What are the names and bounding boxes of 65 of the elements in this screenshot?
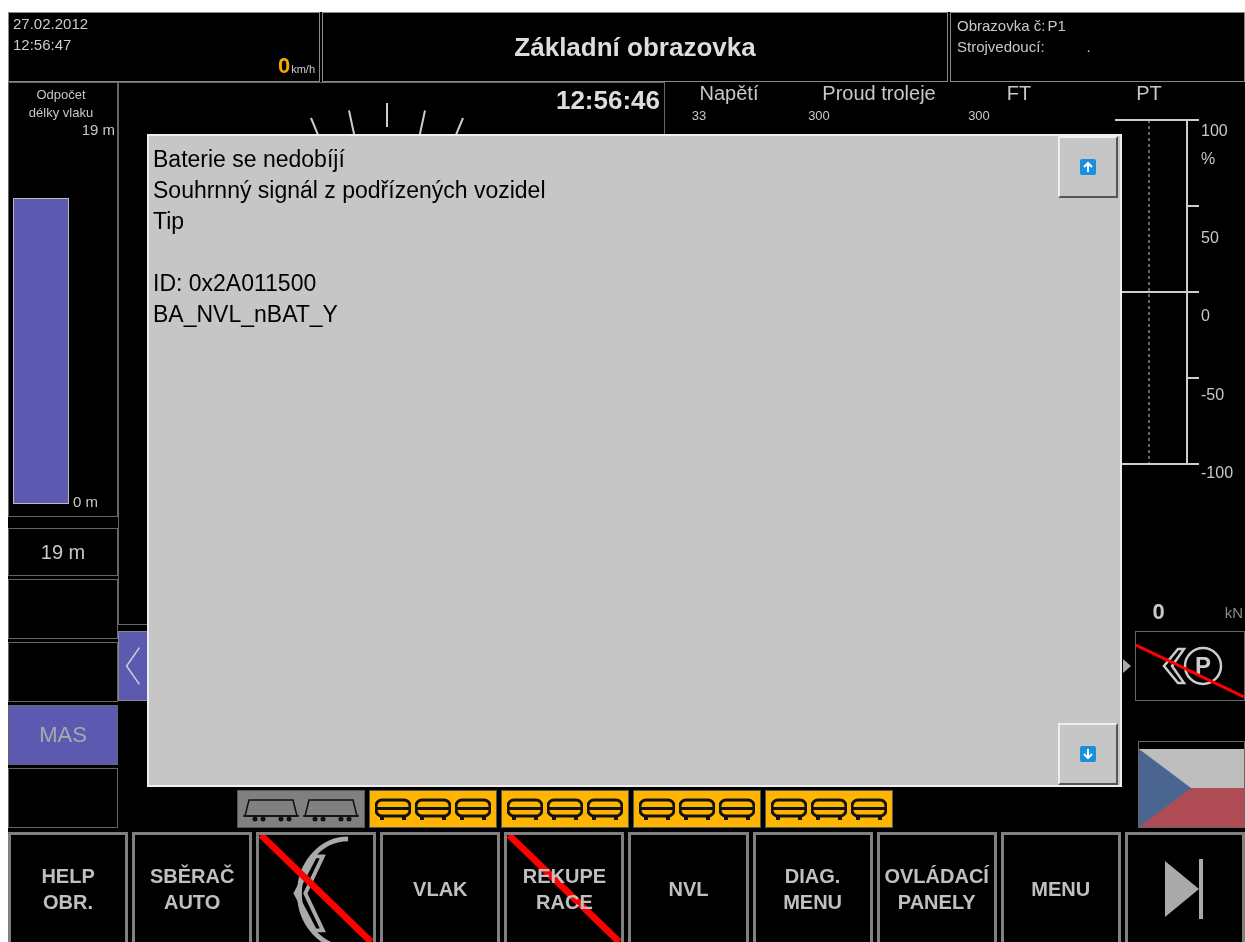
gauge-label: Napětí bbox=[698, 82, 760, 106]
coach-icon bbox=[587, 798, 623, 820]
parking-symbol: P bbox=[1195, 652, 1211, 679]
triangle-right-icon bbox=[1123, 659, 1131, 673]
date-text: 27.02.2012 bbox=[13, 15, 89, 32]
driver-label: Strojvedoucí: bbox=[957, 38, 1045, 55]
scale-min-label: 0 m bbox=[73, 493, 99, 511]
arrow-up-icon bbox=[1080, 159, 1096, 175]
scale-tick-label: -100 bbox=[1201, 464, 1235, 482]
message-line: ID: 0x2A011500 bbox=[153, 269, 318, 298]
speed-value: 0 bbox=[277, 53, 291, 79]
message-line: Souhrnný signál z podřízených vozidel bbox=[153, 176, 547, 205]
skip-end-icon bbox=[1164, 858, 1205, 919]
length-value: 19 m bbox=[40, 540, 86, 564]
coach-icon bbox=[507, 798, 543, 820]
coach-icon bbox=[719, 798, 755, 820]
softkey-button[interactable]: MENU bbox=[1000, 832, 1121, 942]
gauge-label: Proud troleje bbox=[821, 82, 937, 106]
gauge-max-label: 300 bbox=[967, 108, 991, 125]
scale-tick-label: 100 bbox=[1201, 122, 1229, 140]
softkey-button[interactable] bbox=[1124, 832, 1245, 942]
softkey-button[interactable]: VLAK bbox=[380, 832, 501, 942]
driver-value: . bbox=[1086, 38, 1091, 55]
arrow-down-icon bbox=[1080, 746, 1096, 762]
scroll-down-button[interactable] bbox=[1058, 723, 1118, 785]
coach-icon bbox=[547, 798, 583, 820]
coach-icon bbox=[771, 798, 807, 820]
force-unit: kN bbox=[1224, 603, 1243, 621]
scale-unit: % bbox=[1201, 150, 1217, 168]
coach-icon bbox=[455, 798, 491, 820]
screen-label: Obrazovka č: bbox=[957, 17, 1046, 34]
softkey-button[interactable]: DIAG. MENU bbox=[752, 832, 873, 942]
gauge-max-label: 33 bbox=[690, 108, 708, 125]
scale-tick-label: 0 bbox=[1201, 307, 1211, 325]
length-label: Odpočet délky vlaku bbox=[27, 86, 95, 122]
message-line: BA_NVL_nBAT_Y bbox=[153, 300, 339, 329]
previous-button[interactable] bbox=[118, 631, 148, 701]
gauge-max-label: 300 bbox=[807, 108, 831, 125]
gauge-label: FT bbox=[1005, 82, 1033, 106]
gauge-label: PT bbox=[1135, 82, 1163, 106]
flag-icon bbox=[1139, 749, 1244, 827]
softkey-button[interactable]: OVLÁDACÍ PANELY bbox=[876, 832, 997, 942]
coach-icon bbox=[375, 798, 411, 820]
scroll-up-button[interactable] bbox=[1058, 136, 1118, 198]
force-value: 0 bbox=[1152, 599, 1165, 625]
speed-unit: km/h bbox=[291, 63, 315, 75]
softkey-button[interactable]: SBĚRAČ AUTO bbox=[132, 832, 253, 942]
scale-tick-label: -50 bbox=[1201, 385, 1226, 404]
chevron-icon bbox=[1162, 647, 1187, 685]
clock-text: 12:56:46 bbox=[554, 84, 661, 117]
coach-icon bbox=[811, 798, 847, 820]
coach-icon bbox=[639, 798, 675, 820]
screen-title: Základní obrazovka bbox=[514, 31, 756, 63]
message-line: Baterie se nedobíjí bbox=[153, 145, 346, 174]
coach-icon bbox=[851, 798, 887, 820]
screen-id: P1 bbox=[1047, 17, 1066, 34]
softkey-button[interactable]: NVL bbox=[628, 832, 749, 942]
scale-tick-label: 50 bbox=[1201, 228, 1220, 247]
coach-icon bbox=[415, 798, 451, 820]
message-line: Tip bbox=[153, 207, 186, 236]
coach-icon bbox=[679, 798, 715, 820]
circle-icon bbox=[1183, 646, 1223, 686]
time-text: 12:56:47 bbox=[13, 36, 73, 53]
softkey-button[interactable]: HELP OBR. bbox=[8, 832, 129, 942]
scale-max-label: 19 m bbox=[81, 121, 116, 139]
